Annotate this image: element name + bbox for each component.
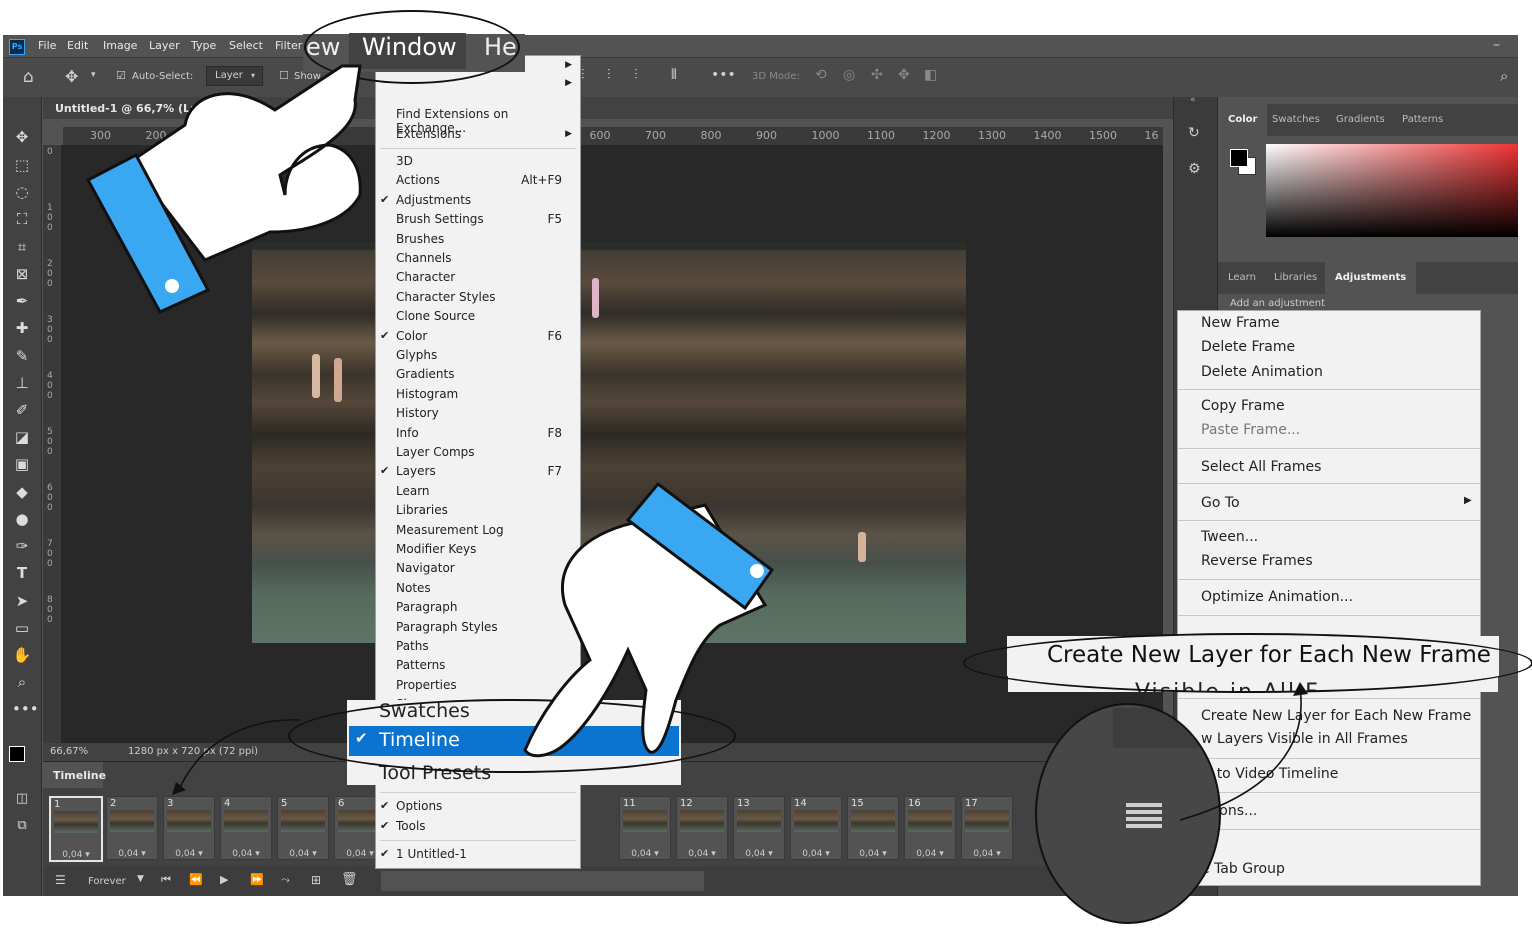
pointing-hand-icon — [523, 481, 775, 758]
callout-arrow-icon — [172, 682, 1308, 821]
pointing-hand-icon — [85, 64, 362, 314]
foreground-color-swatch[interactable] — [1230, 149, 1248, 167]
annotation-overlay — [85, 64, 1308, 821]
